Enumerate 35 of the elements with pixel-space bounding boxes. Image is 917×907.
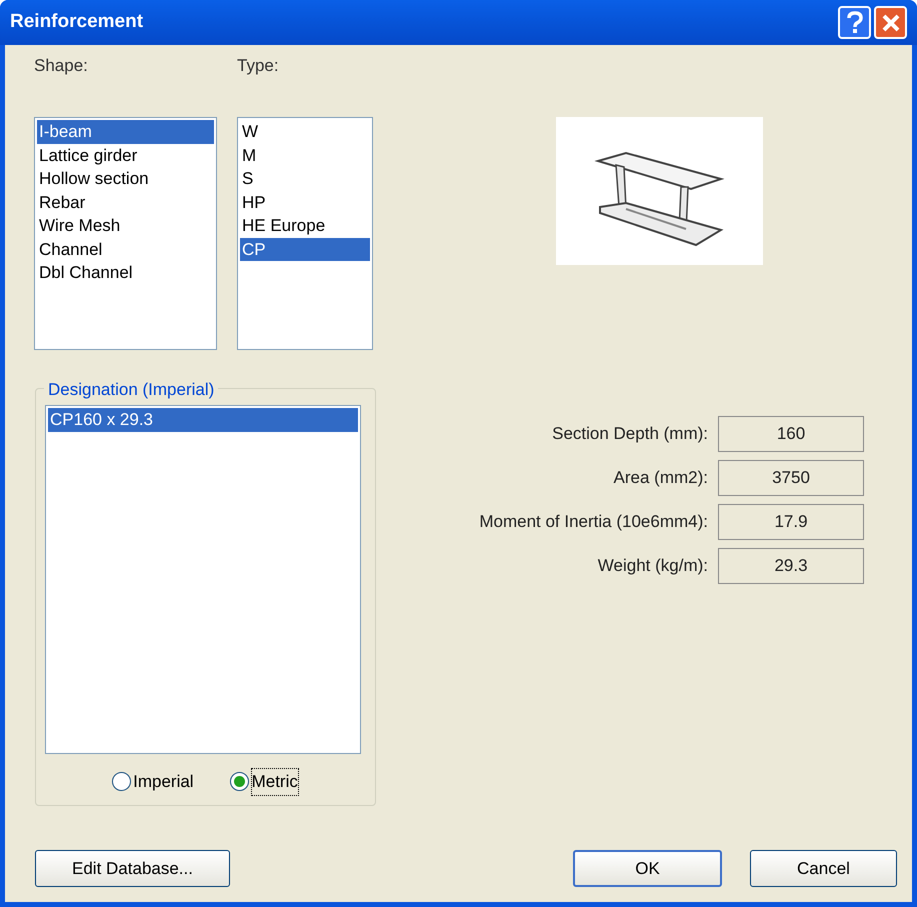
list-item[interactable]: W [240, 120, 370, 144]
property-label: Section Depth (mm): [552, 423, 708, 446]
close-icon [880, 12, 900, 32]
dialog-button[interactable]: OK [573, 850, 722, 887]
value-field: 29.3 [718, 548, 864, 584]
radio-option[interactable]: Imperial [112, 768, 194, 796]
list-item[interactable]: M [240, 144, 370, 167]
list-item[interactable]: Channel [37, 238, 214, 261]
list-item[interactable]: HE Europe [240, 214, 370, 238]
property-label: Moment of Inertia (10e6mm4): [479, 511, 708, 534]
close-button[interactable] [874, 6, 907, 39]
field-label: Shape: [34, 55, 89, 77]
radio-button[interactable] [112, 772, 132, 792]
window-title: Reinforcement [10, 10, 144, 34]
list-item[interactable]: CP160 x 29.3 [48, 408, 358, 432]
list-item[interactable]: HP [240, 190, 370, 214]
list-item[interactable]: I-beam [37, 120, 214, 144]
dialog-button[interactable]: Cancel [750, 850, 897, 887]
value-field: 160 [718, 416, 864, 452]
list-item[interactable]: Rebar [37, 190, 214, 214]
list-item[interactable]: Wire Mesh [37, 214, 214, 238]
list-item[interactable]: Dbl Channel [37, 261, 214, 284]
property-label: Weight (kg/m): [598, 555, 708, 578]
field-label: Type: [237, 55, 280, 77]
property-label: Area (mm2): [614, 467, 708, 490]
list-item[interactable]: CP [240, 238, 370, 261]
dialog-button[interactable]: Edit Database... [35, 850, 230, 887]
list-item[interactable]: Lattice girder [37, 144, 214, 167]
value-field: 17.9 [718, 504, 864, 540]
value-field: 3750 [718, 460, 864, 496]
radio-button[interactable] [230, 772, 249, 792]
help-button[interactable] [838, 6, 871, 39]
list-item[interactable]: S [240, 167, 370, 190]
list-item[interactable]: Hollow section [37, 167, 214, 190]
help-icon [846, 10, 864, 34]
